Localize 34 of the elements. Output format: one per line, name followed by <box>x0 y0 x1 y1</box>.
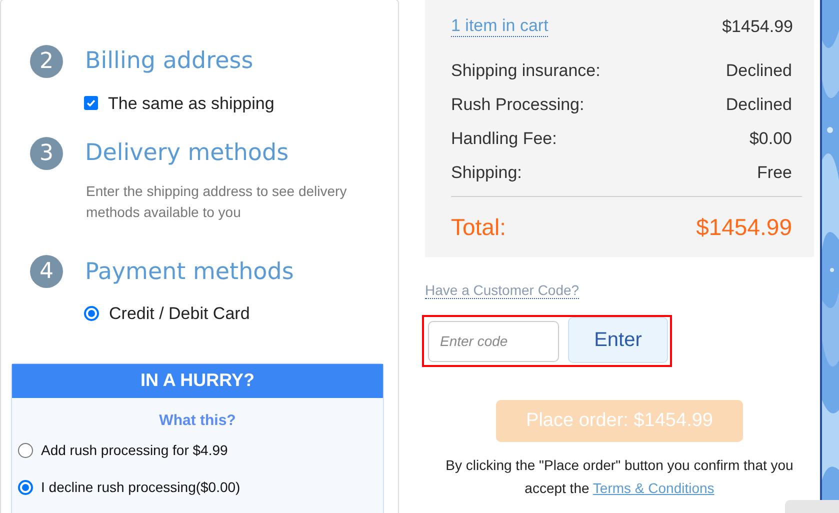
radio-label: Credit / Debit Card <box>109 303 250 325</box>
hurry-title: IN A HURRY? <box>12 364 383 398</box>
scroll-corner <box>785 500 839 513</box>
rush-option-label: I decline rush processing($0.00) <box>41 478 240 497</box>
summary-label: Rush Processing: <box>451 94 584 116</box>
cart-link[interactable]: 1 item in cart <box>451 16 548 38</box>
summary-label: Shipping insurance: <box>451 60 600 82</box>
checkbox-label: The same as shipping <box>108 92 274 114</box>
cart-total: $1454.99 <box>722 16 793 38</box>
step-number: 2 <box>30 44 63 78</box>
summary-value: Declined <box>726 60 792 82</box>
terms-notice: By clicking the "Place order" button you confirm that you accept the Terms & Conditions <box>444 456 794 498</box>
radio-button[interactable] <box>18 443 33 458</box>
rush-option-label: Add rush processing for $4.99 <box>41 441 228 460</box>
delivery-note: Enter the shipping address to see delivery methods available to you <box>85 182 348 222</box>
total-value: $1454.99 <box>696 212 792 242</box>
summary-value: Free <box>757 162 792 184</box>
enter-button[interactable]: Enter <box>568 317 668 363</box>
checkbox[interactable] <box>84 96 98 110</box>
radio-button[interactable] <box>18 480 33 495</box>
summary-label: Shipping: <box>451 162 522 184</box>
code-field[interactable]: Enter code <box>428 320 559 362</box>
summary-value: Declined <box>726 94 792 116</box>
step-title: Delivery methods <box>85 139 289 168</box>
step-number: 4 <box>30 255 63 288</box>
customer-code-link[interactable]: Have a Customer Code? <box>425 282 580 299</box>
step-title: Payment methods <box>85 258 294 286</box>
step-number: 3 <box>30 136 63 170</box>
what-this-link[interactable]: What this? <box>159 410 236 432</box>
step-title: Billing address <box>85 47 254 76</box>
radio-button[interactable] <box>84 306 99 322</box>
summary-value: $0.00 <box>749 128 792 150</box>
total-label: Total: <box>451 212 506 242</box>
summary-label: Handling Fee: <box>451 128 557 150</box>
